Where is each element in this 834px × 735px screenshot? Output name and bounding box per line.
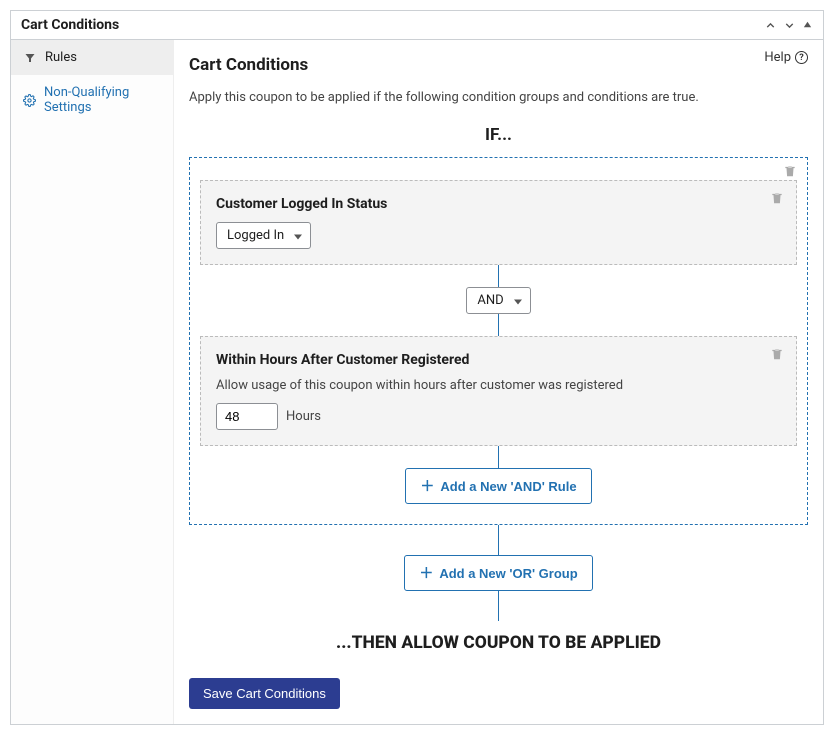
delete-rule-icon[interactable]	[770, 191, 784, 205]
sidebar-item-label: Non-Qualifying Settings	[44, 85, 161, 115]
help-icon: ?	[795, 51, 808, 64]
main-heading: Cart Conditions	[189, 55, 808, 75]
panel-header: Cart Conditions	[11, 11, 823, 40]
or-group: Customer Logged In Status Logged In AND	[189, 157, 808, 525]
add-and-rule-button[interactable]: ＋ Add a New 'AND' Rule	[405, 468, 591, 504]
panel-move-up-icon[interactable]	[764, 19, 777, 32]
button-label: Add a New 'AND' Rule	[440, 479, 576, 494]
connector-line	[498, 314, 499, 336]
rule-title: Within Hours After Customer Registered	[216, 352, 781, 368]
if-label: IF...	[189, 125, 808, 145]
panel-title: Cart Conditions	[21, 17, 119, 33]
sidebar-item-label: Rules	[45, 50, 77, 65]
sidebar: Rules Non-Qualifying Settings	[11, 40, 174, 724]
logged-in-select[interactable]: Logged In	[216, 222, 311, 249]
delete-group-icon[interactable]	[783, 164, 797, 178]
and-connector: AND	[200, 265, 797, 336]
rule-title: Customer Logged In Status	[216, 196, 781, 212]
panel-move-down-icon[interactable]	[783, 19, 796, 32]
panel-tools	[764, 19, 813, 32]
main-content: Help ? Cart Conditions Apply this coupon…	[174, 40, 823, 724]
help-label: Help	[764, 50, 791, 65]
save-cart-conditions-button[interactable]: Save Cart Conditions	[189, 678, 340, 709]
connector-line	[498, 591, 499, 621]
filter-icon	[23, 51, 37, 65]
rule-box-hours: Within Hours After Customer Registered A…	[200, 336, 797, 446]
sidebar-item-non-qualifying[interactable]: Non-Qualifying Settings	[11, 75, 173, 125]
help-link[interactable]: Help ?	[764, 50, 808, 65]
delete-rule-icon[interactable]	[770, 347, 784, 361]
connector-line	[498, 525, 499, 555]
sidebar-item-rules[interactable]: Rules	[11, 40, 173, 75]
select-value: Logged In	[227, 228, 284, 243]
add-and-connector: ＋ Add a New 'AND' Rule	[200, 446, 797, 514]
connector-line	[498, 265, 499, 287]
cart-conditions-panel: Cart Conditions Rules	[10, 10, 824, 725]
then-label: ...THEN ALLOW COUPON TO BE APPLIED	[189, 633, 808, 653]
rule-box-logged-in: Customer Logged In Status Logged In	[200, 180, 797, 265]
gear-icon	[23, 93, 36, 107]
hours-suffix: Hours	[286, 409, 321, 424]
main-subtitle: Apply this coupon to be applied if the f…	[189, 90, 808, 105]
plus-icon: ＋	[419, 563, 433, 583]
plus-icon: ＋	[420, 476, 434, 496]
select-value: AND	[477, 293, 503, 308]
button-label: Add a New 'OR' Group	[439, 566, 577, 581]
rule-desc: Allow usage of this coupon within hours …	[216, 378, 781, 393]
add-or-connector: ＋ Add a New 'OR' Group	[189, 525, 808, 621]
panel-collapse-icon[interactable]	[802, 19, 813, 32]
hours-input[interactable]	[216, 403, 278, 430]
add-or-group-button[interactable]: ＋ Add a New 'OR' Group	[404, 555, 592, 591]
button-label: Save Cart Conditions	[203, 686, 326, 701]
logic-operator-select[interactable]: AND	[466, 287, 530, 314]
connector-line	[498, 446, 499, 468]
